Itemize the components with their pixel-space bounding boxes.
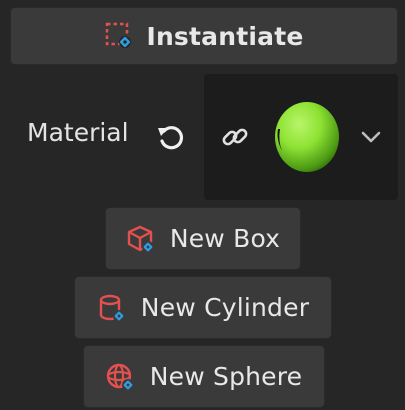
link-icon[interactable] — [220, 122, 250, 152]
new-box-button[interactable]: New Box — [105, 207, 301, 270]
new-cylinder-label: New Cylinder — [140, 293, 310, 322]
material-picker[interactable] — [204, 74, 398, 200]
new-sphere-label: New Sphere — [149, 362, 303, 391]
sphere-icon — [106, 363, 134, 391]
new-box-label: New Box — [169, 224, 281, 253]
instantiate-label: Instantiate — [146, 21, 304, 51]
cylinder-icon — [99, 294, 125, 322]
instantiate-button[interactable]: Instantiate — [10, 7, 398, 65]
instantiate-icon — [106, 22, 132, 48]
new-cylinder-button[interactable]: New Cylinder — [74, 276, 332, 339]
reset-icon[interactable] — [155, 122, 187, 154]
instantiate-panel: Instantiate Material New Box New Cylinde… — [0, 0, 405, 410]
material-thumbnail — [275, 102, 339, 172]
box-icon — [127, 225, 154, 253]
material-label: Material — [27, 118, 129, 147]
new-sphere-button[interactable]: New Sphere — [83, 345, 325, 408]
chevron-down-icon[interactable] — [360, 130, 382, 144]
